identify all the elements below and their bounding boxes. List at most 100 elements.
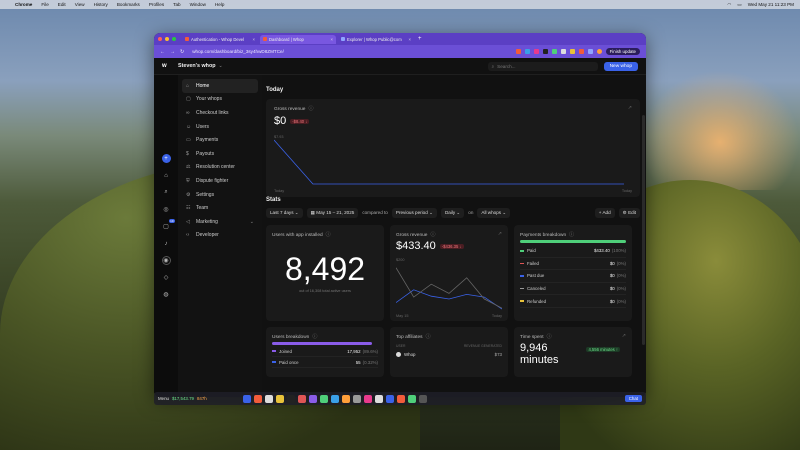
tab-close-icon[interactable]: × — [409, 37, 411, 42]
sidebar-item-home[interactable]: ⌂ Home — [182, 79, 258, 93]
chat-button[interactable]: Chat — [624, 395, 642, 402]
menu-tab[interactable]: Tab — [173, 2, 180, 7]
extension-icon[interactable] — [542, 49, 548, 54]
extension-icon[interactable] — [587, 49, 593, 54]
globe-icon[interactable]: ◍ — [162, 290, 171, 299]
tab-close-icon[interactable]: × — [253, 37, 255, 42]
comparison-select[interactable]: Previous period ⌄ — [391, 207, 437, 218]
info-icon[interactable]: ⓘ — [308, 106, 313, 112]
info-icon[interactable]: ⓘ — [326, 232, 331, 238]
chat-icon[interactable]: ▢ 19 — [162, 219, 175, 231]
expand-icon[interactable]: ↗ — [628, 105, 632, 111]
sidebar-item-settings[interactable]: ⚙ Settings — [182, 188, 258, 202]
menu-help[interactable]: Help — [215, 2, 224, 7]
extension-icon[interactable] — [578, 49, 584, 54]
tab-close-icon[interactable]: × — [331, 37, 333, 42]
info-icon[interactable]: ⓘ — [547, 334, 552, 340]
menu-file[interactable]: File — [41, 2, 48, 7]
sidebar-item-payouts[interactable]: $ Payouts — [182, 147, 258, 161]
app-icon[interactable] — [297, 394, 306, 403]
app-icon[interactable] — [341, 394, 350, 403]
extension-icon[interactable] — [524, 49, 530, 54]
app-icon[interactable] — [352, 394, 361, 403]
whop-logo-icon[interactable]: w — [162, 63, 172, 69]
menu-profiles[interactable]: Profiles — [149, 2, 164, 7]
taskbar-hours[interactable]: 847h — [197, 396, 207, 401]
edit-widgets-button[interactable]: ⚙ Edit — [618, 207, 640, 218]
app-icon[interactable] — [308, 394, 317, 403]
minimize-window-button[interactable] — [165, 37, 169, 41]
scope-select[interactable]: All whops ⌄ — [477, 207, 511, 218]
menu-history[interactable]: History — [94, 2, 108, 7]
chevron-down-icon[interactable]: ⌄ — [250, 219, 254, 225]
new-tab-button[interactable]: + — [418, 36, 422, 42]
browser-tab[interactable]: Explorer | Whop Public@com × — [338, 35, 414, 44]
browser-tab[interactable]: Authentication - Whop Devel × — [182, 35, 258, 44]
app-icon[interactable] — [286, 394, 295, 403]
search-icon[interactable]: ⌕ — [162, 188, 171, 197]
app-icon[interactable] — [396, 394, 405, 403]
wifi-icon[interactable]: ◠ — [727, 2, 731, 8]
org-switcher[interactable]: Steven's whop — [178, 63, 216, 69]
extension-icon[interactable] — [569, 49, 575, 54]
close-window-button[interactable] — [158, 37, 162, 41]
app-icon[interactable] — [275, 394, 284, 403]
info-icon[interactable]: ⓘ — [426, 334, 431, 340]
app-icon[interactable] — [385, 394, 394, 403]
browser-tab-active[interactable]: Dashboard | Whop × — [260, 34, 336, 44]
sidebar-item-your-whops[interactable]: ▢ Your whops — [182, 93, 258, 107]
add-widget-button[interactable]: + Add — [594, 207, 615, 218]
bell-icon[interactable]: ♪ — [162, 239, 171, 248]
search-input[interactable]: ⌕ Search... — [487, 61, 598, 71]
messenger-icon[interactable]: ◉ — [161, 256, 171, 265]
forward-icon[interactable]: → — [170, 49, 175, 55]
home-icon[interactable]: ⌂ — [162, 171, 171, 180]
app-icon[interactable] — [253, 394, 262, 403]
app-icon[interactable] — [330, 394, 339, 403]
expand-icon[interactable]: ↗ — [498, 231, 502, 237]
info-icon[interactable]: ⓘ — [430, 232, 435, 238]
app-icon[interactable] — [242, 394, 251, 403]
app-icon[interactable] — [418, 394, 427, 403]
finish-update-button[interactable]: Finish update — [605, 48, 640, 55]
clock[interactable]: Wed May 21 11:23 PM — [748, 2, 794, 7]
info-icon[interactable]: ⓘ — [569, 232, 574, 238]
expand-icon[interactable]: ↗ — [622, 333, 626, 339]
url-field[interactable]: whop.com/dashboard/biz_3sy4hwD8ZMTCe/ — [189, 48, 389, 56]
profile-avatar[interactable] — [596, 49, 602, 54]
sidebar-item-marketing[interactable]: ◁ Marketing ⌄ — [182, 215, 258, 229]
menu-app-name[interactable]: Chrome — [15, 2, 32, 7]
reload-icon[interactable]: ↻ — [180, 49, 184, 55]
granularity-select[interactable]: Daily ⌄ — [440, 207, 465, 218]
taskbar-menu[interactable]: Menu — [158, 396, 169, 401]
app-icon[interactable] — [363, 394, 372, 403]
date-range-picker[interactable]: ▦ May 15 – 21, 2025 — [306, 207, 359, 218]
new-whop-button[interactable]: New whop — [603, 61, 638, 71]
menu-edit[interactable]: Edit — [58, 2, 66, 7]
app-icon[interactable] — [319, 394, 328, 403]
app-icon[interactable] — [407, 394, 416, 403]
menu-window[interactable]: Window — [190, 2, 206, 7]
scrollbar[interactable] — [642, 115, 645, 345]
sidebar-item-team[interactable]: ☷ Team — [182, 201, 258, 215]
extension-icon[interactable] — [560, 49, 566, 54]
sidebar-item-dispute-fighter[interactable]: ⛨ Dispute fighter — [182, 174, 258, 188]
sidebar-item-users[interactable]: ☺ Users — [182, 120, 258, 134]
back-icon[interactable]: ← — [160, 49, 165, 55]
affiliate-row[interactable]: Whop $73 — [396, 352, 502, 357]
extension-icon[interactable] — [515, 49, 521, 54]
extension-icon[interactable] — [533, 49, 539, 54]
app-icon[interactable] — [374, 394, 383, 403]
app-icon[interactable] — [264, 394, 273, 403]
menu-bookmarks[interactable]: Bookmarks — [117, 2, 140, 7]
range-select[interactable]: Last 7 days ⌄ — [266, 207, 303, 218]
sidebar-item-developer[interactable]: ‹› Developer — [182, 229, 258, 243]
taskbar-balance[interactable]: $17,543.79 — [172, 396, 194, 401]
info-icon[interactable]: ⓘ — [312, 334, 317, 340]
zoom-window-button[interactable] — [172, 37, 176, 41]
extension-icon[interactable] — [551, 49, 557, 54]
tag-icon[interactable]: ◇ — [162, 273, 171, 282]
sidebar-item-resolution-center[interactable]: ⚖ Resolution center — [182, 161, 258, 175]
sidebar-item-checkout-links[interactable]: ∞ Checkout links — [182, 106, 258, 120]
add-icon[interactable]: + — [161, 154, 171, 163]
